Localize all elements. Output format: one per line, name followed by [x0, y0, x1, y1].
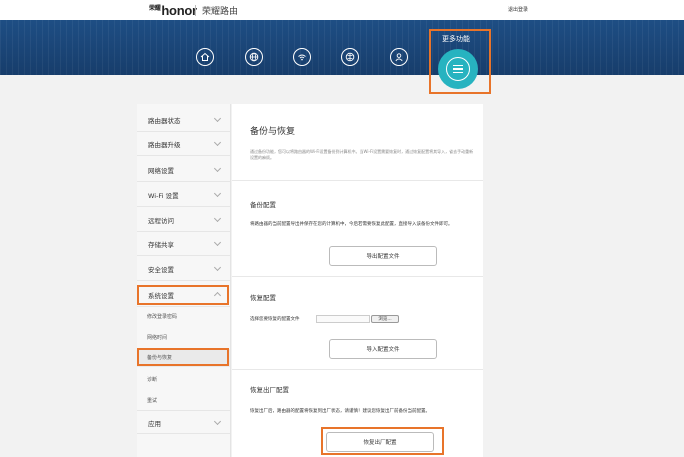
- more-features-label: 更多功能: [442, 35, 470, 43]
- restore-section-title: 恢复配置: [250, 294, 276, 302]
- factory-reset-button[interactable]: 恢复出厂配置: [326, 432, 434, 452]
- home-icon[interactable]: [196, 48, 214, 66]
- chevron-down-icon: [213, 138, 222, 147]
- sidebar-item-router-upgrade[interactable]: 路由器升级: [137, 132, 230, 156]
- sidebar-item-system-settings[interactable]: 系统设置: [137, 283, 230, 307]
- sidebar-subitem-label: 重试: [147, 398, 158, 404]
- sidebar-item-router-status[interactable]: 路由器状态: [137, 108, 230, 132]
- sidebar-subitem-network-time[interactable]: 网络时间: [137, 329, 230, 347]
- header-divider: [195, 5, 196, 16]
- page-description: 通过备份功能，您可以将路由器的Wi-Fi设置备份到计算机中。当Wi-Fi设置需要…: [250, 149, 474, 160]
- menu-icon: [446, 57, 470, 81]
- user-icon[interactable]: [390, 48, 408, 66]
- backup-section-text: 将路由器的当前配置导出并保存在您的计算机中，今后若需要恢复此配置，直接导入该备份…: [250, 222, 453, 227]
- globe-icon[interactable]: [245, 48, 263, 66]
- sidebar-subitem-retry[interactable]: 重试: [137, 392, 230, 410]
- chevron-down-icon: [213, 189, 222, 198]
- sidebar-subitem-label: 备份与恢复: [147, 355, 173, 361]
- sidebar-item-network-settings[interactable]: 网络设置: [137, 158, 230, 182]
- sidebar-subitem-label: 网络时间: [147, 335, 168, 341]
- nav-banner: [0, 20, 684, 75]
- sidebar-item-label: 安全设置: [148, 266, 174, 274]
- sidebar-item-label: 系统设置: [148, 292, 174, 300]
- sidebar-item-label: 远程访问: [148, 217, 174, 225]
- logo-text: honor: [161, 3, 197, 18]
- divider: [232, 276, 483, 277]
- browse-button[interactable]: 浏览...: [371, 315, 399, 323]
- chevron-down-icon: [213, 417, 222, 426]
- main-content: 备份与恢复 通过备份功能，您可以将路由器的Wi-Fi设置备份到计算机中。当Wi-…: [232, 104, 483, 457]
- config-file-input[interactable]: [316, 315, 370, 323]
- factory-reset-section-title: 恢复出厂配置: [250, 386, 289, 394]
- chevron-up-icon: [213, 291, 222, 300]
- chevron-down-icon: [213, 263, 222, 272]
- sidebar-subitem-diagnostics[interactable]: 诊断: [137, 371, 230, 389]
- sidebar-subitem-backup-restore[interactable]: 备份与恢复: [137, 349, 230, 367]
- divider: [232, 369, 483, 370]
- import-config-button[interactable]: 导入配置文件: [329, 339, 437, 359]
- sidebar: 路由器状态 路由器升级 网络设置 Wi-Fi 设置 远程访问 存储共享 安全设置…: [137, 104, 231, 457]
- page-title: 备份与恢复: [250, 127, 296, 137]
- sidebar-item-label: 网络设置: [148, 167, 174, 175]
- logo-prefix: 荣耀: [149, 6, 161, 12]
- sidebar-subitem-label: 诊断: [147, 377, 158, 383]
- factory-reset-text: 恢复出厂后，路由器的配置将恢复到出厂状态，请谨慎！建议您恢复出厂前备份当前配置。: [250, 409, 430, 414]
- honor-logo: 荣耀honor: [149, 3, 197, 18]
- export-config-button[interactable]: 导出配置文件: [329, 246, 437, 266]
- sidebar-item-label: Wi-Fi 设置: [148, 192, 179, 200]
- sidebar-subitem-label: 修改登录密码: [147, 314, 178, 320]
- logout-link[interactable]: 退出登录: [508, 6, 528, 13]
- sidebar-item-remote-access[interactable]: 远程访问: [137, 208, 230, 232]
- backup-section-title: 备份配置: [250, 201, 276, 209]
- chevron-down-icon: [213, 164, 222, 173]
- sidebar-item-apps[interactable]: 应用: [137, 410, 230, 434]
- sidebar-item-security-settings[interactable]: 安全设置: [137, 257, 230, 281]
- chevron-down-icon: [213, 114, 222, 123]
- app-title: 荣耀路由: [202, 7, 239, 17]
- chevron-down-icon: [213, 214, 222, 223]
- sidebar-item-storage-sharing[interactable]: 存储共享: [137, 232, 230, 256]
- wifi-icon[interactable]: [293, 48, 311, 66]
- sidebar-subitem-change-password[interactable]: 修改登录密码: [137, 308, 230, 326]
- network-globe-icon[interactable]: [341, 48, 359, 66]
- sidebar-item-label: 存储共享: [148, 241, 174, 249]
- sidebar-item-label: 应用: [148, 420, 161, 428]
- restore-file-label: 选择您要恢复的配置文件: [250, 317, 300, 322]
- chevron-down-icon: [213, 238, 222, 247]
- sidebar-item-label: 路由器状态: [148, 117, 181, 125]
- top-bar: 荣耀honor 荣耀路由 退出登录: [0, 0, 684, 20]
- sidebar-item-label: 路由器升级: [148, 141, 181, 149]
- sidebar-item-wifi-settings[interactable]: Wi-Fi 设置: [137, 183, 230, 207]
- more-features-button[interactable]: [438, 49, 478, 89]
- divider: [232, 180, 483, 181]
